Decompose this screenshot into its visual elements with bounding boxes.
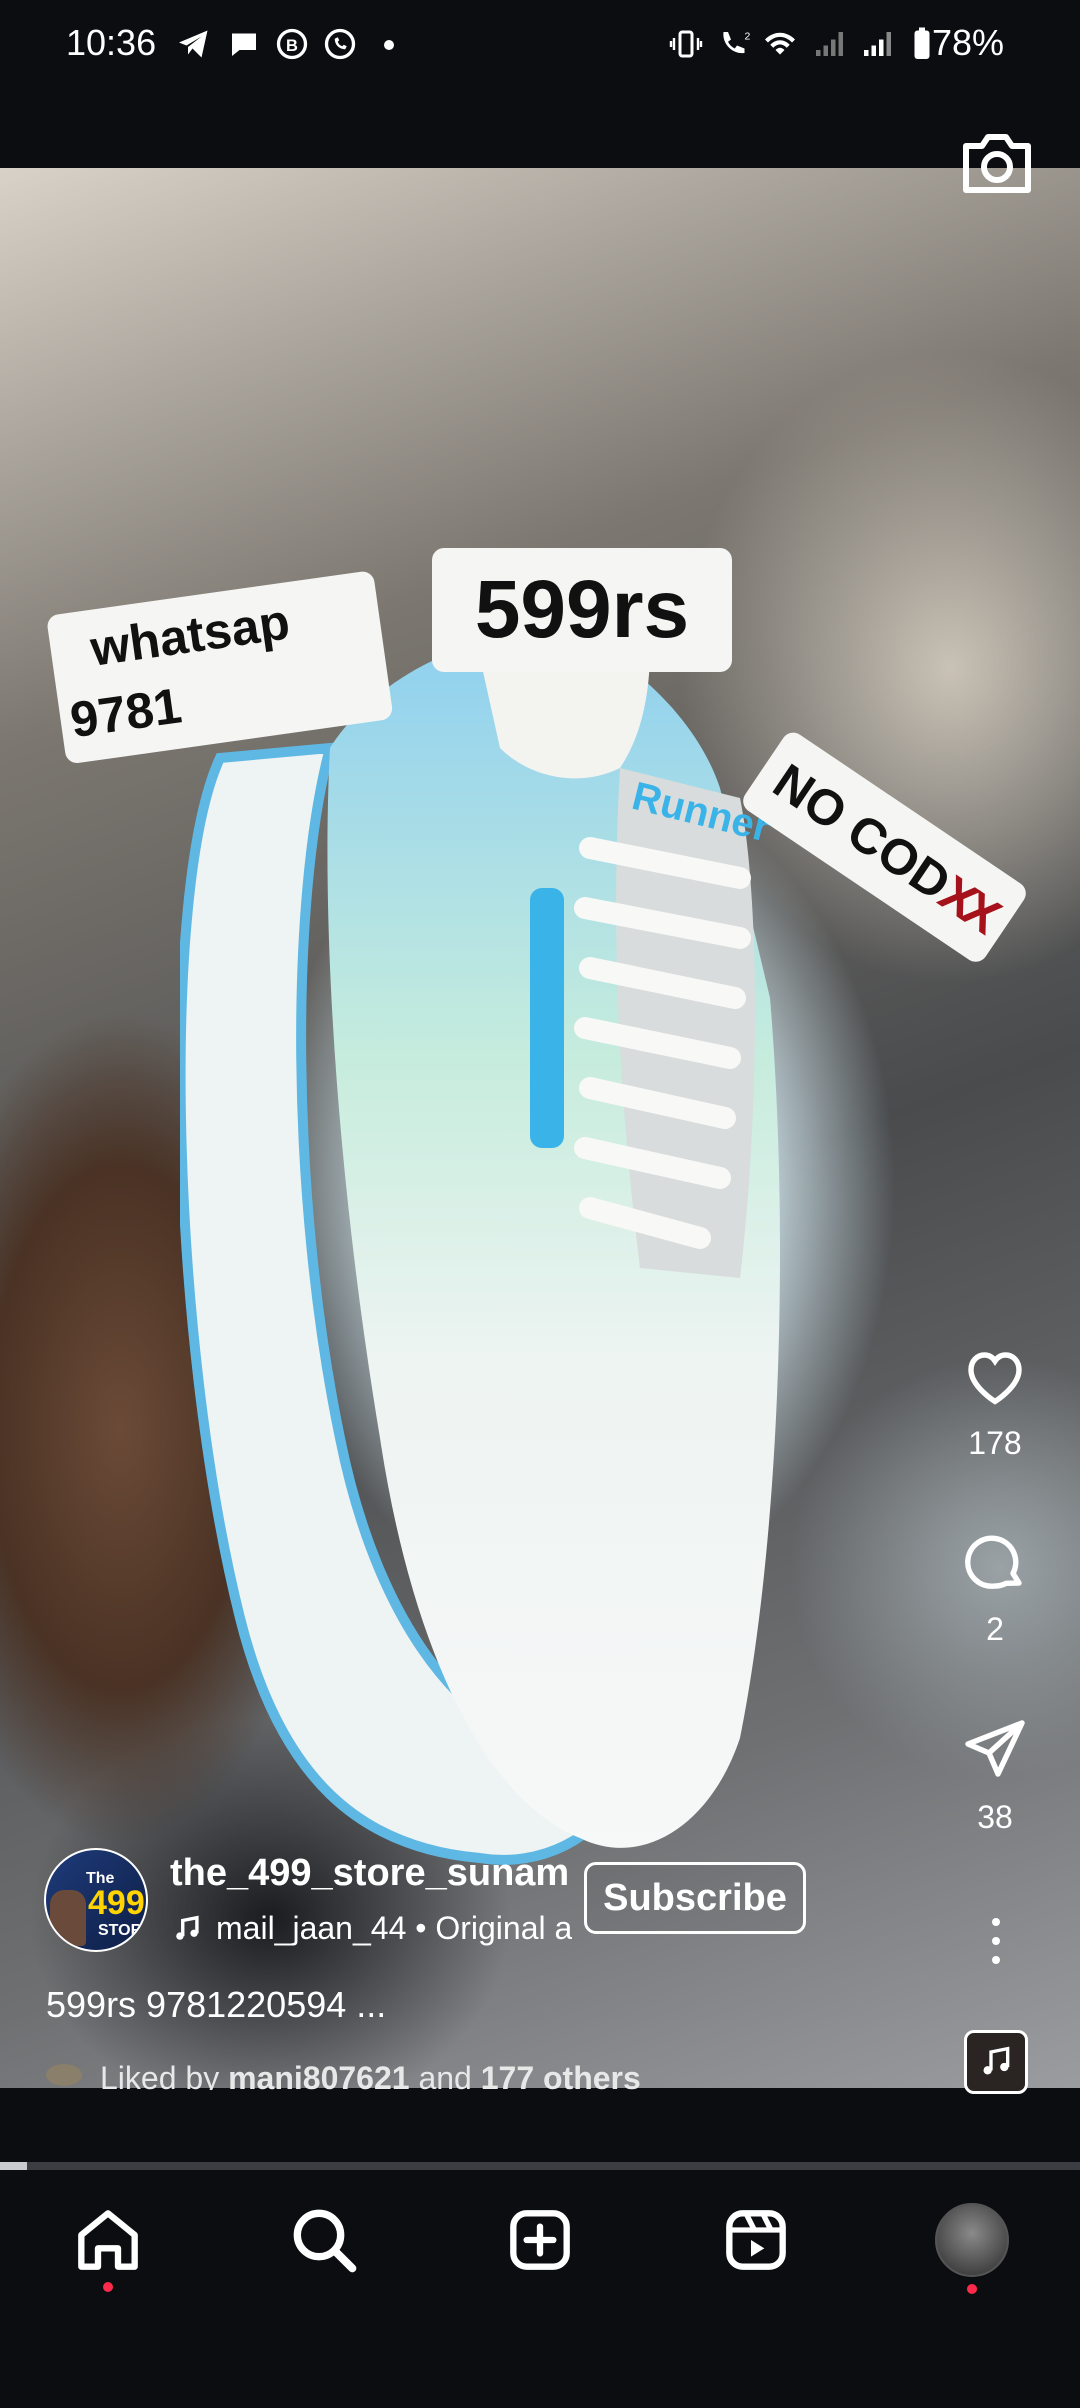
audio-label[interactable]: mail_jaan_44 • Original a [216, 1910, 572, 1947]
home-icon [78, 2210, 138, 2270]
video-progress-track[interactable] [0, 2162, 1080, 2170]
whatsapp-sticker-line2: 9781 [66, 677, 185, 749]
svg-text:2: 2 [745, 31, 751, 43]
liked-user[interactable]: mani807621 [228, 2060, 409, 2090]
reels-icon[interactable] [716, 2200, 796, 2280]
create-icon[interactable] [500, 2200, 580, 2280]
signal-icon [864, 32, 891, 56]
audio-thumbnail[interactable] [964, 2030, 1028, 2094]
share-count: 38 [977, 1799, 1013, 1835]
video-progress-fill [0, 2162, 27, 2170]
chat-icon [232, 33, 256, 56]
post-caption[interactable]: 599rs 9781220594 ... [46, 1984, 386, 2026]
share-icon [965, 1720, 1025, 1777]
avatar-text-store: STORE [98, 1922, 148, 1939]
vibrate-icon [669, 30, 703, 58]
subscribe-button[interactable]: Subscribe [584, 1862, 806, 1934]
liked-by-avatar [46, 2064, 82, 2086]
avatar-person [50, 1890, 86, 1946]
nav-home[interactable] [68, 2200, 148, 2292]
svg-text:B: B [286, 37, 298, 55]
notification-dot [384, 40, 394, 50]
profile-avatar[interactable]: The 499 STORE [44, 1848, 148, 1952]
audio-note-icon [170, 1912, 204, 1946]
comment-count: 2 [986, 1611, 1004, 1647]
comment-icon [965, 1535, 1022, 1589]
status-bar: 10:36 B 2 78% [0, 0, 1080, 90]
signal-icon-weak [816, 32, 843, 56]
camera-icon[interactable] [960, 130, 1034, 196]
reel-video[interactable]: Runner 599rs whatsap 9781 NO CODXX [0, 168, 1080, 2088]
more-icon[interactable] [984, 1916, 1008, 1966]
avatar-text-number: 499 [88, 1884, 145, 1922]
share-button[interactable]: 38 [950, 1714, 1040, 1836]
liked-by[interactable]: Liked by mani807621 and 177 others [100, 2060, 641, 2090]
telegram-icon [179, 30, 208, 58]
liked-prefix: Liked by [100, 2060, 220, 2090]
wifi-icon [765, 32, 795, 55]
bubble-icon: B [276, 28, 308, 60]
nav-profile[interactable] [932, 2200, 1012, 2294]
username[interactable]: the_499_store_sunam [170, 1852, 569, 1895]
music-icon [983, 2046, 1010, 2075]
battery-percentage: 78% [931, 22, 1004, 63]
heart-icon [968, 1352, 1022, 1405]
price-sticker: 599rs [432, 548, 732, 672]
home-notification-dot [103, 2282, 113, 2292]
profile-notification-dot [967, 2284, 977, 2294]
profile-icon [935, 2203, 1009, 2277]
search-icon[interactable] [284, 2200, 364, 2280]
comment-button[interactable]: 2 [950, 1526, 1040, 1648]
shoe-image: Runner [180, 638, 780, 1865]
like-button[interactable]: 178 [950, 1340, 1040, 1462]
liked-count[interactable]: 177 others [481, 2060, 641, 2090]
liked-mid: and [418, 2060, 472, 2090]
whatsapp-sticker-line1: whatsap [87, 593, 294, 677]
like-count: 178 [968, 1425, 1022, 1461]
whatsapp-icon [324, 28, 356, 60]
status-time: 10:36 [66, 22, 157, 63]
wifi-call-icon: 2 [723, 31, 751, 54]
